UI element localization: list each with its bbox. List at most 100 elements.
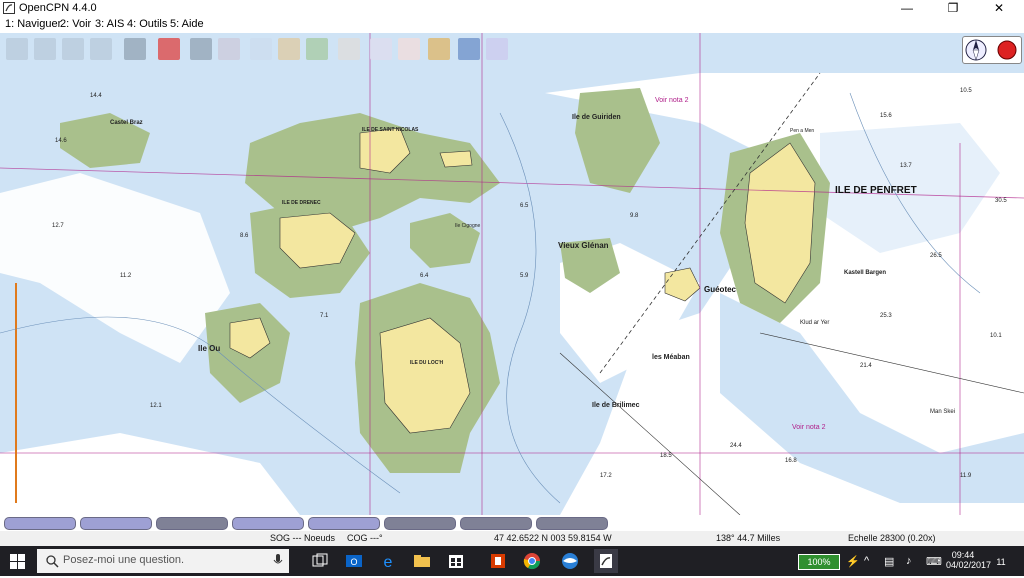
zoom-out-icon[interactable]	[34, 38, 56, 60]
network-icon[interactable]: ▤	[884, 555, 894, 568]
tide-icon[interactable]	[398, 38, 420, 60]
status-bar: SOG --- Noeuds COG ---° 47 42.6522 N 003…	[0, 531, 1024, 546]
piano-key[interactable]	[4, 517, 76, 530]
depth-sounding: 14.6	[55, 138, 67, 144]
sog-readout: SOG --- Noeuds	[270, 533, 336, 543]
depth-sounding: 11.9	[960, 473, 972, 479]
text-icon[interactable]	[218, 38, 240, 60]
waypoint-icon[interactable]	[306, 38, 328, 60]
depth-sounding: 15.6	[880, 113, 892, 119]
route-manager-icon[interactable]	[370, 38, 392, 60]
menu-naviguer[interactable]: 1: Naviguer	[5, 18, 61, 30]
cortana-search-box[interactable]: Posez-moi une question.	[37, 549, 289, 573]
notification-center-icon[interactable]: 11	[992, 552, 1010, 570]
depth-sounding: 9.8	[630, 213, 639, 219]
clock-time: 09:44	[951, 550, 975, 560]
scale-readout: Echelle 28300 (0.20x)	[848, 533, 936, 543]
scale-in-icon[interactable]	[62, 38, 84, 60]
piano-key[interactable]	[308, 517, 380, 530]
settings-icon[interactable]	[190, 38, 212, 60]
volume-icon[interactable]: ♪	[906, 555, 912, 567]
arrow-up-icon[interactable]: ^	[864, 555, 869, 567]
store-icon[interactable]	[444, 549, 468, 573]
main-toolbar	[4, 35, 514, 63]
piano-key[interactable]	[156, 517, 228, 530]
power-icon[interactable]: ⚡	[846, 555, 860, 568]
battery-status[interactable]: 100%	[798, 554, 840, 570]
label-voir-nota-bottom: Voir nota 2	[792, 424, 826, 431]
track-icon[interactable]	[278, 38, 300, 60]
menu-aide[interactable]: 5: Aide	[170, 18, 204, 30]
label-ile-du-loch: ILE DU LOC'H	[410, 360, 444, 366]
depth-sounding: 26.5	[930, 253, 942, 259]
auto-follow-icon[interactable]	[158, 38, 180, 60]
chart-piano-bar	[0, 515, 1024, 531]
piano-key[interactable]	[536, 517, 608, 530]
opencpn-app-icon	[3, 2, 15, 14]
piano-key[interactable]	[384, 517, 456, 530]
depth-sounding: 14.4	[90, 93, 102, 99]
route-icon[interactable]	[250, 38, 272, 60]
label-ile-brilimec: Ile de Brilimec	[592, 402, 640, 409]
label-ile-st-nicolas: ILE DE SAINT NICOLAS	[362, 127, 419, 133]
chart-select-icon[interactable]	[124, 38, 146, 60]
piano-key[interactable]	[232, 517, 304, 530]
task-view-icon[interactable]	[308, 549, 332, 573]
depth-sounding: 18.5	[660, 453, 672, 459]
microphone-icon[interactable]	[273, 554, 283, 568]
label-ile-de-penfret: ILE DE PENFRET	[835, 185, 917, 196]
edge-icon[interactable]: e	[376, 549, 400, 573]
title-bar: OpenCPN 4.4.0 — ❐ ✕	[0, 0, 1024, 17]
depth-sounding: 21.4	[860, 363, 872, 369]
thunderbird-icon[interactable]	[558, 549, 582, 573]
position-readout: 47 42.6522 N 003 59.8154 W	[494, 533, 612, 543]
clock[interactable]: 09:44 04/02/2017	[946, 550, 991, 570]
depth-sounding: 10.5	[960, 88, 972, 94]
svg-text:O: O	[350, 557, 357, 567]
depth-sounding: 10.1	[990, 333, 1002, 339]
chart-canvas[interactable]: ILE DE PENFRET ILE DE SAINT NICOLAS ILE …	[0, 33, 1024, 515]
search-placeholder: Posez-moi une question.	[63, 554, 185, 566]
print-icon[interactable]	[338, 38, 360, 60]
label-kastell-bargen: Kastell Bargen	[844, 270, 887, 276]
minimize-button[interactable]: —	[884, 0, 930, 17]
scale-out-icon[interactable]	[90, 38, 112, 60]
file-explorer-icon[interactable]	[410, 549, 434, 573]
keyboard-icon[interactable]: ⌨	[926, 555, 942, 568]
label-castel-braz: Castel Braz	[110, 120, 143, 126]
north-arrow-icon	[965, 39, 1017, 61]
outlook-icon[interactable]: O	[342, 549, 366, 573]
office-icon[interactable]	[486, 549, 510, 573]
depth-sounding: 6.5	[520, 203, 529, 209]
zoom-in-icon[interactable]	[6, 38, 28, 60]
depth-sounding: 12.7	[52, 223, 64, 229]
current-icon[interactable]	[428, 38, 450, 60]
close-button[interactable]: ✕	[976, 0, 1022, 17]
chrome-icon[interactable]	[520, 549, 544, 573]
label-ile-drenec: ILE DE DRENEC	[282, 200, 321, 206]
depth-sounding: 7.1	[320, 313, 329, 319]
menu-ais[interactable]: 3: AIS	[95, 18, 124, 30]
label-voir-nota-top: Voir nota 2	[655, 97, 689, 104]
label-les-meaban: les Méaban	[652, 354, 690, 361]
notification-count: 11	[996, 557, 1006, 567]
label-ile-guiriden: Ile de Guiriden	[572, 114, 621, 121]
depth-sounding: 11.2	[120, 273, 132, 279]
depth-sounding: 6.4	[420, 273, 429, 279]
label-pen-a-men: Pen a Men	[790, 128, 815, 134]
opencpn-icon[interactable]	[594, 549, 618, 573]
ais-icon[interactable]	[486, 38, 508, 60]
depth-sounding: 24.4	[730, 443, 742, 449]
battery-percent: 100%	[807, 557, 831, 567]
menu-voir[interactable]: 2: Voir	[60, 18, 91, 30]
depth-sounding: 13.7	[900, 163, 912, 169]
compass-widget[interactable]	[962, 36, 1022, 64]
label-klud-ar-yer: Klud ar Yer	[800, 320, 830, 326]
piano-key[interactable]	[460, 517, 532, 530]
windows-start-icon[interactable]	[10, 554, 25, 569]
maximize-button[interactable]: ❐	[930, 0, 976, 17]
piano-key[interactable]	[80, 517, 152, 530]
help-icon[interactable]	[458, 38, 480, 60]
menu-outils[interactable]: 4: Outils	[127, 18, 167, 30]
depth-sounding: 5.9	[520, 273, 529, 279]
